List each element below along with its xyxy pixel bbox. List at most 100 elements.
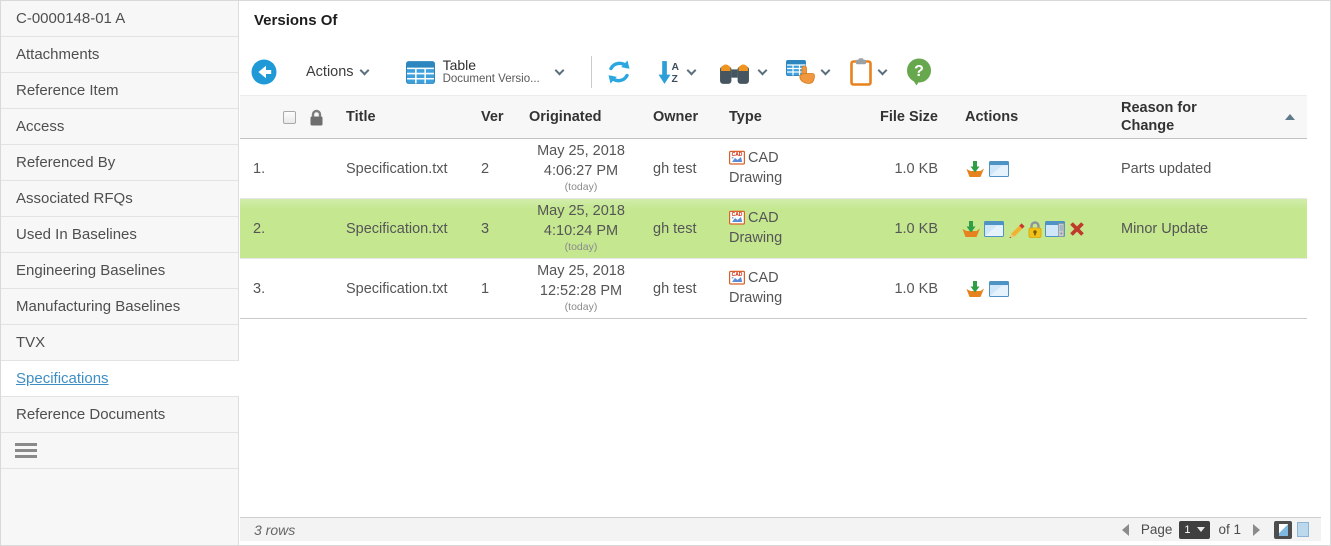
lock-icon[interactable] [1027,220,1043,238]
actions-dropdown[interactable]: Actions [306,64,368,80]
file-size-cell: 1.0 KB [865,281,943,297]
back-button[interactable] [251,59,277,85]
sort-ascending-icon [1285,114,1295,120]
view-sublabel: Document Versio... [443,73,540,86]
page-title: Versions Of [240,1,1330,29]
version-cell: 1 [476,281,511,297]
cad-file-icon [729,149,745,165]
header-file-size[interactable]: File Size [865,109,943,125]
row-number: 3. [240,281,283,297]
date-text: May 25, 2018 [511,202,651,222]
time-text: 4:10:24 PM [511,222,651,242]
originated-cell: May 25, 2018 12:52:28 PM (today) [511,262,651,315]
download-icon[interactable] [961,220,981,238]
owner-cell: gh test [651,161,727,177]
refresh-icon [605,58,633,86]
page-view-selected-icon[interactable] [1274,521,1292,539]
table-row-selected[interactable]: 2. Specification.txt 3 May 25, 2018 4:10… [240,199,1307,259]
back-icon [251,59,277,85]
row-actions [943,280,1113,298]
sidebar-item-engineering-baselines[interactable]: Engineering Baselines [1,253,238,289]
header-select-all[interactable] [283,111,309,124]
page-of-label: of 1 [1218,522,1241,537]
sidebar-item-number[interactable]: C-0000148-01 A [1,1,238,37]
download-icon[interactable] [965,280,985,298]
view-mode-dropdown[interactable]: Table Document Versio... [406,57,563,86]
page-select[interactable]: 1 [1179,521,1210,539]
page-view-icon[interactable] [1297,522,1309,537]
svg-text:Z: Z [671,73,678,84]
sidebar-item-manufacturing-baselines[interactable]: Manufacturing Baselines [1,289,238,325]
table-row[interactable]: 3. Specification.txt 1 May 25, 2018 12:5… [240,259,1307,319]
header-lock[interactable] [309,109,339,126]
sidebar-item-specifications[interactable]: Specifications [1,361,239,397]
search-dropdown[interactable] [719,60,766,85]
type-cell: CAD Drawing [727,209,865,248]
sort-az-icon: A Z [657,59,684,86]
row-actions [943,220,1113,238]
title-cell: Specification.txt [339,281,476,297]
sidebar-item-access[interactable]: Access [1,109,238,145]
reason-cell: Minor Update [1113,221,1273,237]
caret-down-icon [1197,527,1205,532]
svg-text:?: ? [914,63,924,80]
edit-icon[interactable] [1007,220,1025,238]
delete-icon[interactable] [1068,220,1086,238]
sidebar-more-button[interactable] [1,433,238,469]
sidebar: C-0000148-01 A Attachments Reference Ite… [1,1,239,545]
row-number: 2. [240,221,283,237]
sidebar-item-tvx[interactable]: TVX [1,325,238,361]
actions-label: Actions [306,64,354,80]
header-reason[interactable]: Reason for Change [1113,99,1273,135]
specifications-link[interactable]: Specifications [16,370,109,387]
date-text: May 25, 2018 [511,262,651,282]
chevron-down-icon [686,65,696,75]
row-number: 1. [240,161,283,177]
header-reason-label: Reason for Change [1121,99,1221,135]
header-type[interactable]: Type [727,109,865,125]
view-file-icon[interactable] [989,281,1009,297]
sidebar-item-reference-item[interactable]: Reference Item [1,73,238,109]
header-sort[interactable] [1273,114,1307,120]
clipboard-icon [849,58,873,86]
refresh-button[interactable] [605,58,633,86]
sidebar-item-associated-rfqs[interactable]: Associated RFQs [1,181,238,217]
sort-dropdown[interactable]: A Z [657,59,695,86]
header-ver[interactable]: Ver [476,109,511,125]
sidebar-item-attachments[interactable]: Attachments [1,37,238,73]
row-count: 3 rows [240,522,295,538]
select-columns-dropdown[interactable] [786,59,829,85]
title-cell: Specification.txt [339,161,476,177]
app-window: C-0000148-01 A Attachments Reference Ite… [0,0,1331,546]
view-toggles [1274,521,1309,539]
view-file-icon[interactable] [989,161,1009,177]
help-icon: ? [906,58,932,86]
cad-file-icon [729,269,745,285]
chevron-down-icon [359,65,369,75]
download-icon[interactable] [965,160,985,178]
help-button[interactable]: ? [906,58,932,86]
next-page-icon[interactable] [1253,524,1260,536]
clipboard-dropdown[interactable] [849,58,886,86]
view-native-icon[interactable] [1045,221,1065,237]
view-file-icon[interactable] [984,221,1004,237]
toolbar: Actions Table Document Versio... [240,51,932,93]
row-actions [943,160,1113,178]
sidebar-item-reference-documents[interactable]: Reference Documents [1,397,238,433]
table-footer: 3 rows Page 1 of 1 [240,517,1321,541]
sidebar-item-used-in-baselines[interactable]: Used In Baselines [1,217,238,253]
header-title[interactable]: Title [339,109,476,125]
header-originated[interactable]: Originated [511,109,651,125]
originated-cell: May 25, 2018 4:10:24 PM (today) [511,202,651,255]
table-row[interactable]: 1. Specification.txt 2 May 25, 2018 4:06… [240,139,1307,199]
previous-page-icon[interactable] [1122,524,1129,536]
select-all-checkbox[interactable] [283,111,296,124]
toolbar-divider [591,56,592,88]
relative-date-text: (today) [511,241,651,255]
header-owner[interactable]: Owner [651,109,727,125]
table-pointer-icon [786,59,816,85]
header-actions[interactable]: Actions [943,109,1113,125]
lock-icon [309,109,324,126]
sidebar-item-referenced-by[interactable]: Referenced By [1,145,238,181]
page-label: Page [1141,522,1173,537]
